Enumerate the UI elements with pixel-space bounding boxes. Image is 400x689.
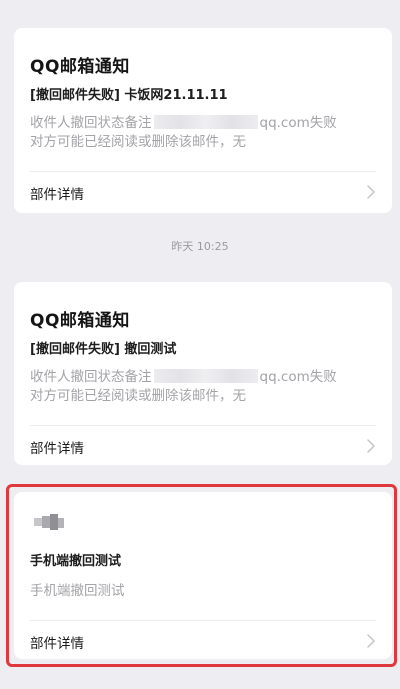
card-subject: [撤回邮件失败] 撤回测试	[30, 342, 177, 357]
redacted-email	[153, 369, 258, 383]
details-label: 部件详情	[30, 636, 84, 652]
body-line-1: 收件人撤回状态备注 qq.com失败	[30, 114, 380, 133]
chevron-right-icon	[367, 439, 375, 453]
details-label: 部件详情	[30, 441, 84, 457]
message-card-3[interactable]: 手机端撤回测试 手机端撤回测试 部件详情	[14, 492, 392, 659]
body-line-2: 对方可能已经阅读或删除该邮件，无	[30, 134, 246, 150]
card-title: QQ邮箱通知	[30, 57, 130, 77]
card-body: 收件人撤回状态备注 qq.com失败 对方可能已经阅读或删除该邮件，无	[30, 368, 380, 406]
blurred-sender-avatar	[30, 512, 68, 532]
chevron-right-icon	[367, 185, 375, 199]
notification-card-2[interactable]: QQ邮箱通知 [撤回邮件失败] 撤回测试 收件人撤回状态备注 qq.com失败 对…	[14, 282, 392, 465]
card-subject: [撤回邮件失败] 卡饭网21.11.11	[30, 88, 228, 103]
details-row[interactable]: 部件详情	[14, 172, 392, 212]
card-body: 手机端撤回测试	[30, 583, 125, 599]
redacted-email	[153, 115, 258, 129]
notification-card-1[interactable]: QQ邮箱通知 [撤回邮件失败] 卡饭网21.11.11 收件人撤回状态备注 qq.…	[14, 28, 392, 213]
details-label: 部件详情	[30, 187, 84, 203]
body-suffix: qq.com失败	[259, 369, 337, 385]
details-row[interactable]: 部件详情	[14, 426, 392, 466]
card-body: 收件人撤回状态备注 qq.com失败 对方可能已经阅读或删除该邮件，无	[30, 114, 380, 152]
details-row[interactable]: 部件详情	[14, 621, 392, 661]
card-title: QQ邮箱通知	[30, 311, 130, 331]
card-subject: 手机端撤回测试	[30, 554, 122, 569]
body-suffix: qq.com失败	[259, 115, 337, 131]
body-line-1: 收件人撤回状态备注 qq.com失败	[30, 368, 380, 387]
message-timestamp: 昨天 10:25	[171, 240, 229, 253]
body-prefix: 收件人撤回状态备注	[30, 115, 152, 131]
body-prefix: 收件人撤回状态备注	[30, 369, 152, 385]
body-line-2: 对方可能已经阅读或删除该邮件，无	[30, 388, 246, 404]
chevron-right-icon	[367, 634, 375, 648]
